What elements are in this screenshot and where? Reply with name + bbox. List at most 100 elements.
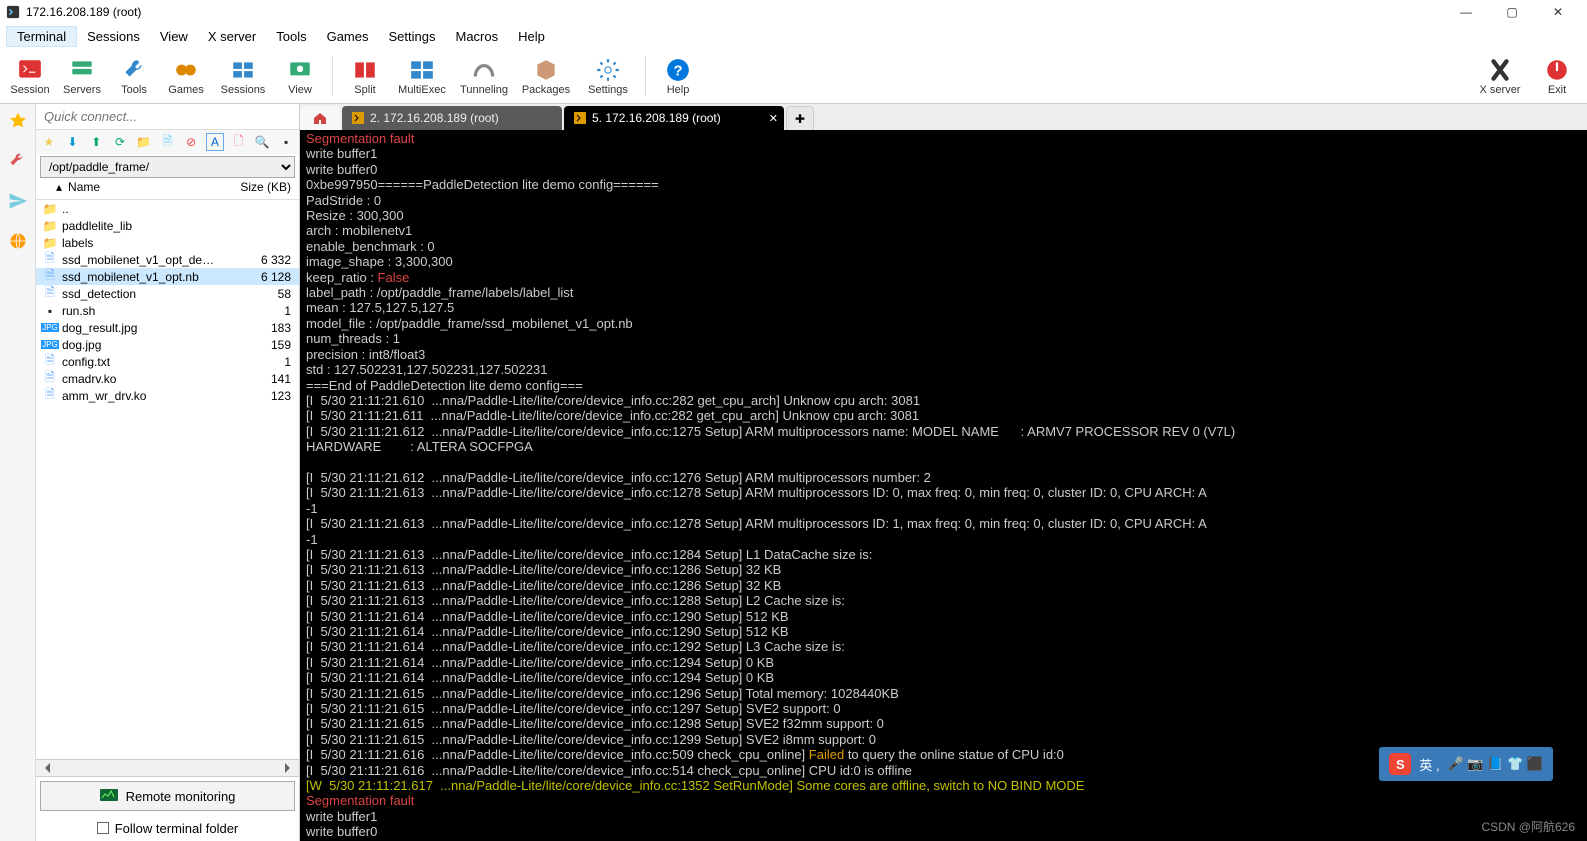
toolbar-settings-button[interactable]: Settings (577, 56, 639, 96)
sftp-refresh-icon[interactable]: ⟳ (111, 133, 129, 151)
terminal-tab[interactable]: 2. 172.16.208.189 (root) (342, 106, 562, 130)
sftp-up-icon[interactable]: ★ (40, 133, 58, 151)
left-tool-strip (0, 104, 36, 841)
toolbar-tunneling-button[interactable]: Tunneling (453, 56, 515, 96)
toolbar-view-button[interactable]: View (274, 56, 326, 96)
file-row[interactable]: 🗎ssd_mobilenet_v1_opt_demo...6 332 (36, 251, 299, 268)
servers-icon (68, 56, 96, 84)
follow-terminal-checkbox[interactable]: Follow terminal folder (36, 815, 299, 841)
toolbar-x-server-button[interactable]: X server (1469, 56, 1531, 96)
maximize-button[interactable]: ▢ (1489, 0, 1535, 24)
file-row[interactable]: 🗎cmadrv.ko141 (36, 370, 299, 387)
window-title: 172.16.208.189 (root) (26, 5, 141, 19)
ime-badge-icon: S (1389, 753, 1411, 775)
file-type-icon: 🗎 (42, 355, 58, 369)
file-row[interactable]: 📁labels (36, 234, 299, 251)
menu-tools[interactable]: Tools (266, 27, 316, 46)
toolbar-session-button[interactable]: Session (4, 56, 56, 96)
packages-icon (532, 56, 560, 84)
terminal-icon (574, 112, 586, 124)
sftp-font-icon[interactable]: A (206, 133, 224, 151)
settings-icon (594, 56, 622, 84)
toolbar-sessions-button[interactable]: Sessions (212, 56, 274, 96)
toolbar-packages-button[interactable]: Packages (515, 56, 577, 96)
favorites-icon[interactable] (7, 110, 29, 132)
split-icon (351, 56, 379, 84)
file-list[interactable]: 📁..📁paddlelite_lib📁labels🗎ssd_mobilenet_… (36, 200, 299, 759)
file-type-icon: 🗎 (42, 253, 58, 267)
file-type-icon: ▪ (42, 304, 58, 318)
toolbar-multiexec-button[interactable]: MultiExec (391, 56, 453, 96)
file-row[interactable]: 🗎config.txt1 (36, 353, 299, 370)
file-type-icon: 🗎 (42, 372, 58, 386)
menu-view[interactable]: View (150, 27, 198, 46)
app-logo-icon (6, 5, 20, 19)
send-icon[interactable] (7, 190, 29, 212)
file-row[interactable]: 🗎ssd_detection58 (36, 285, 299, 302)
tools-strip-icon[interactable] (7, 150, 29, 172)
tab-close-icon[interactable]: ✕ (769, 112, 778, 125)
close-button[interactable]: ✕ (1535, 0, 1581, 24)
tools-icon (120, 56, 148, 84)
toolbar: SessionServersToolsGamesSessionsView Spli… (0, 48, 1587, 104)
file-row[interactable]: 🗎ssd_mobilenet_v1_opt.nb6 128 (36, 268, 299, 285)
file-list-header[interactable]: ▴Name Size (KB) (36, 180, 299, 200)
terminal-output[interactable]: Segmentation fault write buffer1 write b… (300, 130, 1587, 841)
file-row[interactable]: 📁paddlelite_lib (36, 217, 299, 234)
minimize-button[interactable]: — (1443, 0, 1489, 24)
xserver-icon (1486, 56, 1514, 84)
svg-text:?: ? (673, 62, 682, 79)
menu-games[interactable]: Games (317, 27, 379, 46)
menu-settings[interactable]: Settings (379, 27, 446, 46)
toolbar-servers-button[interactable]: Servers (56, 56, 108, 96)
tunnel-icon (470, 56, 498, 84)
menu-terminal[interactable]: Terminal (6, 26, 77, 47)
sftp-download-icon[interactable]: ⬇ (64, 133, 82, 151)
new-tab-button[interactable]: ✚ (786, 106, 814, 130)
menu-help[interactable]: Help (508, 27, 555, 46)
tab-home[interactable] (300, 106, 340, 130)
view-icon (286, 56, 314, 84)
remote-monitoring-button[interactable]: Remote monitoring (40, 781, 295, 811)
terminal-icon (352, 112, 364, 124)
toolbar-split-button[interactable]: Split (339, 56, 391, 96)
file-type-icon: 📁 (42, 219, 58, 233)
sftp-sidebar: ★ ⬇ ⬆ ⟳ 📁 🗎 ⊘ A 🗋 🔍 ▪ /opt/paddle_frame/… (36, 104, 300, 841)
toolbar-help-button[interactable]: ?Help (652, 56, 704, 96)
menu-x-server[interactable]: X server (198, 27, 266, 46)
menu-sessions[interactable]: Sessions (77, 27, 150, 46)
file-type-icon: 📁 (42, 202, 58, 216)
help-icon: ? (664, 56, 692, 84)
menu-macros[interactable]: Macros (445, 27, 508, 46)
sftp-toolbar: ★ ⬇ ⬆ ⟳ 📁 🗎 ⊘ A 🗋 🔍 ▪ (36, 130, 299, 154)
ime-toolbar[interactable]: S 英 , 🎤 📷 📘 👕 ⬛ (1379, 747, 1553, 781)
sftp-delete-icon[interactable]: ⊘ (182, 133, 200, 151)
file-type-icon: 🗎 (42, 287, 58, 301)
file-type-icon: 🗎 (42, 270, 58, 284)
file-type-icon: JPG (42, 321, 58, 335)
sftp-upload-icon[interactable]: ⬆ (87, 133, 105, 151)
file-row[interactable]: ▪run.sh1 (36, 302, 299, 319)
file-row[interactable]: JPGdog_result.jpg183 (36, 319, 299, 336)
toolbar-games-button[interactable]: Games (160, 56, 212, 96)
sftp-newfile-icon[interactable]: 🗎 (159, 133, 177, 151)
file-row[interactable]: 🗎amm_wr_drv.ko123 (36, 387, 299, 404)
sftp-path-combo[interactable]: /opt/paddle_frame/ (40, 156, 295, 178)
toolbar-tools-button[interactable]: Tools (108, 56, 160, 96)
games-icon (172, 56, 200, 84)
file-type-icon: JPG (42, 338, 58, 352)
sftp-newdir-icon[interactable]: 📁 (135, 133, 153, 151)
file-type-icon: 📁 (42, 236, 58, 250)
menubar: TerminalSessionsViewX serverToolsGamesSe… (0, 24, 1587, 48)
terminal-tab[interactable]: 5. 172.16.208.189 (root)✕ (564, 106, 784, 130)
file-row[interactable]: 📁.. (36, 200, 299, 217)
sftp-search-icon[interactable]: 🔍 (254, 133, 272, 151)
sftp-hidden-icon[interactable]: 🗋 (230, 133, 248, 151)
multiexec-icon (408, 56, 436, 84)
toolbar-exit-button[interactable]: Exit (1531, 56, 1583, 96)
quick-connect-input[interactable] (36, 104, 299, 130)
sftp-hscrollbar[interactable] (36, 759, 299, 776)
globe-icon[interactable] (7, 230, 29, 252)
sftp-terminal-icon[interactable]: ▪ (277, 133, 295, 151)
file-row[interactable]: JPGdog.jpg159 (36, 336, 299, 353)
